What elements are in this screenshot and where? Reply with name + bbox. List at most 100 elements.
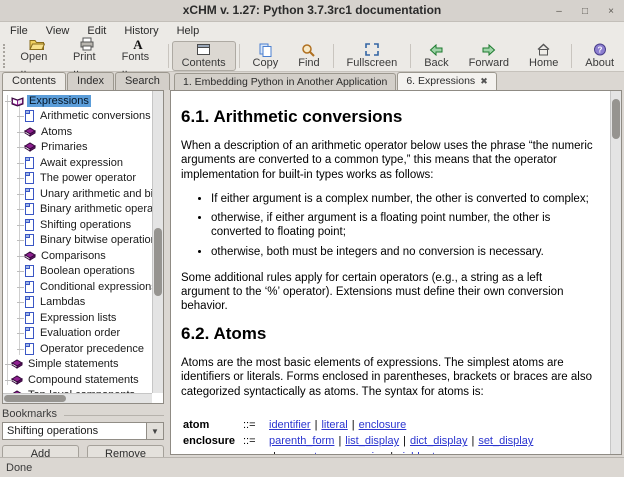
doc-tab-embedding-python[interactable]: 1. Embedding Python in Another Applicati… [174,73,396,90]
close-button[interactable]: × [604,6,618,17]
document-tabs: 1. Embedding Python in Another Applicati… [174,72,498,90]
tab-contents[interactable]: Contents [2,72,66,90]
maximize-button[interactable]: □ [578,6,592,17]
content-vertical-scrollbar-thumb[interactable] [612,99,620,139]
tab-search[interactable]: Search [115,72,170,90]
tree-item-label: Simple statements [26,358,120,370]
window-title: xCHM v. 1.27: Python 3.7.3rc1 documentat… [0,3,624,17]
tree-item-comparisons[interactable]: Comparisons [3,248,152,264]
forward-arrow-icon [481,43,496,57]
menu-view[interactable]: View [46,25,70,37]
document-panel: 1. Embedding Python in Another Applicati… [168,72,624,457]
open-button[interactable]: Open .. [10,41,63,71]
toolbar-grip-handle[interactable] [3,44,10,68]
tree-vertical-scrollbar[interactable] [152,91,163,393]
link-list-display[interactable]: list_display [345,435,399,447]
grammar-block: atom ::= identifier|literal|enclosure en… [183,417,593,455]
tree-item-expressions[interactable]: Expressions [3,93,152,109]
tree-vertical-scrollbar-thumb[interactable] [154,228,162,296]
menu-help[interactable]: Help [177,25,200,37]
home-button[interactable]: Home [519,41,568,71]
grammar-pipe: | [338,435,341,447]
tree-item-evaluation-order[interactable]: Evaluation order [3,326,152,342]
close-tab-icon[interactable]: ✖ [480,76,488,86]
contents-toggle-button[interactable]: Contents [172,41,236,71]
forward-button[interactable]: Forward [459,41,519,71]
contents-tree: Expressions Arithmetic conversions Atoms… [2,90,164,404]
tree-item-primaries[interactable]: Primaries [3,140,152,156]
chevron-down-icon[interactable]: ▼ [146,422,164,440]
home-icon [536,43,551,57]
home-button-label: Home [529,57,558,69]
tab-index[interactable]: Index [67,72,114,90]
tree-item-arithmetic-conversions[interactable]: Arithmetic conversions [3,109,152,125]
link-yield-atom[interactable]: yield_atom [397,451,450,455]
section-heading-6-2: 6.2. Atoms [181,324,593,344]
tree-item-label: Primaries [39,141,89,153]
bookmarks-combobox-value[interactable]: Shifting operations [2,422,146,440]
tree-item-boolean-operations[interactable]: Boolean operations [3,264,152,280]
tree-item-expression-lists[interactable]: Expression lists [3,310,152,326]
tree-item-label: Lambdas [38,296,87,308]
grammar-row: atom ::= identifier|literal|enclosure [183,417,593,433]
tree-item-shifting-operations[interactable]: Shifting operations [3,217,152,233]
tree-item-label: Shifting operations [38,219,133,231]
copy-icon [258,43,273,57]
link-identifier[interactable]: identifier [269,419,311,431]
copy-button-label: Copy [253,57,279,69]
tree-item-power-operator[interactable]: The power operator [3,171,152,187]
menu-edit[interactable]: Edit [87,25,106,37]
fullscreen-button-label: Fullscreen [347,57,398,69]
tree-item-await-expression[interactable]: Await expression [3,155,152,171]
bullet-item: otherwise, both must be integers and no … [211,245,593,259]
tree-item-label: Binary arithmetic operation [38,203,164,215]
open-book-icon [11,95,24,107]
tree-item-lambdas[interactable]: Lambdas [3,295,152,311]
tree-horizontal-scrollbar[interactable] [3,393,152,403]
tree-item-binary-arithmetic[interactable]: Binary arithmetic operation [3,202,152,218]
tree-item-binary-bitwise[interactable]: Binary bitwise operations [3,233,152,249]
link-literal[interactable]: literal [321,419,347,431]
tree-item-conditional-expressions[interactable]: Conditional expressions [3,279,152,295]
find-button[interactable]: Find [288,41,329,71]
tree-item-label: Atoms [39,126,74,138]
link-enclosure[interactable]: enclosure [359,419,407,431]
doc-tab-expressions[interactable]: 6. Expressions✖ [397,72,496,90]
menu-history[interactable]: History [124,25,158,37]
page-icon [24,265,35,277]
page-icon [24,281,35,293]
link-dict-display[interactable]: dict_display [410,435,467,447]
page-icon [24,203,35,215]
tree-horizontal-scrollbar-thumb[interactable] [4,395,66,402]
back-button[interactable]: Back [414,41,458,71]
grammar-pipe: | [273,451,276,455]
print-button[interactable]: Print .. [63,41,112,71]
copy-button[interactable]: Copy [243,41,289,71]
link-generator-expression[interactable]: generator_expression [280,451,386,455]
fonts-button[interactable]: A Fonts .. [112,41,165,71]
link-set-display[interactable]: set_display [478,435,533,447]
document-body: 6.1. Arithmetic conversions When a descr… [171,91,609,454]
tree-item-unary-arithmetic[interactable]: Unary arithmetic and bitwis [3,186,152,202]
tree-item-operator-precedence[interactable]: Operator precedence [3,341,152,357]
tree-item-compound-statements[interactable]: Compound statements [3,372,152,388]
toolbar-separator [410,44,411,68]
tree-item-label: Compound statements [26,374,141,386]
about-button[interactable]: ? About [575,41,624,71]
tree-item-label: The power operator [38,172,138,184]
forward-button-label: Forward [469,57,509,69]
minimize-button[interactable]: – [552,6,566,17]
book-icon [24,250,36,262]
link-parenth-form[interactable]: parenth_form [269,435,334,447]
book-icon [24,141,36,153]
menu-file[interactable]: File [10,25,28,37]
fullscreen-button[interactable]: Fullscreen [337,41,408,71]
back-button-label: Back [424,57,448,69]
tree-item-simple-statements[interactable]: Simple statements [3,357,152,373]
tree-item-atoms[interactable]: Atoms [3,124,152,140]
toolbar-separator [333,44,334,68]
content-vertical-scrollbar[interactable] [610,91,621,454]
tab-search-label: Search [125,75,160,87]
bookmarks-combobox[interactable]: Shifting operations ▼ [2,422,164,440]
printer-icon [79,37,95,51]
